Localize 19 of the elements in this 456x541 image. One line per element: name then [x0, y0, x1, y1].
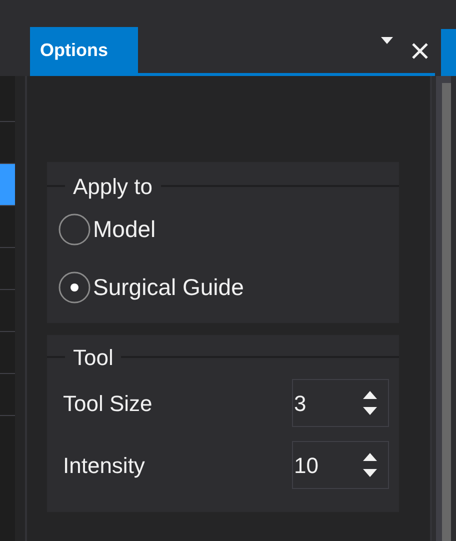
- list-row[interactable]: [0, 164, 15, 206]
- increment-arrow-icon[interactable]: [363, 391, 377, 399]
- radio-label[interactable]: Surgical Guide: [93, 270, 244, 304]
- scrollbar[interactable]: [436, 76, 451, 541]
- number-spinner[interactable]: 10: [292, 441, 389, 489]
- radio-button[interactable]: [58, 270, 91, 304]
- close-icon[interactable]: [411, 42, 429, 60]
- decrement-arrow-icon[interactable]: [363, 469, 377, 477]
- group-title: Apply to: [72, 172, 154, 201]
- increment-arrow-icon[interactable]: [363, 453, 377, 461]
- field-label: Tool Size: [63, 390, 154, 418]
- group-title: Tool: [72, 344, 114, 372]
- dropdown-caret-icon[interactable]: [381, 37, 393, 45]
- options-tab[interactable]: Options: [30, 27, 138, 73]
- radio-button[interactable]: [58, 212, 91, 246]
- field-label: Intensity: [63, 452, 146, 480]
- radio-label[interactable]: Model: [93, 212, 156, 246]
- decrement-arrow-icon[interactable]: [363, 407, 377, 415]
- number-spinner[interactable]: 3: [292, 379, 389, 427]
